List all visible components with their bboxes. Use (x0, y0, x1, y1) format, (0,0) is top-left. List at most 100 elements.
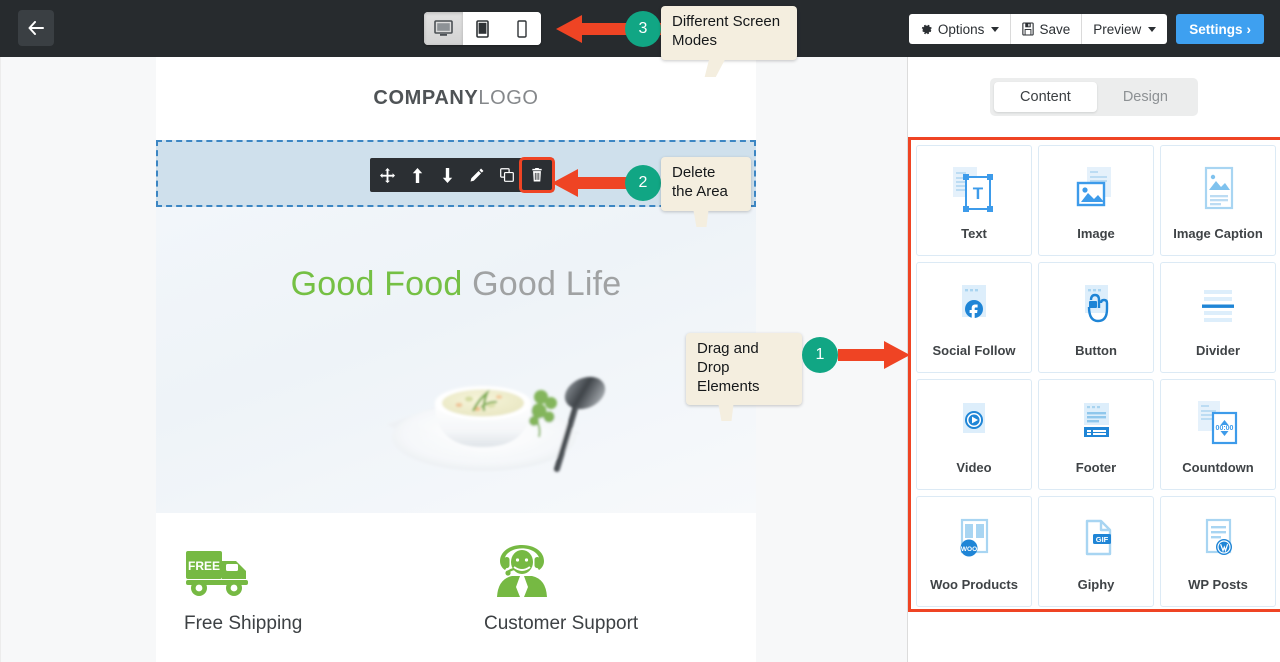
arrow-left-icon (28, 21, 44, 35)
element-image[interactable]: Image (1038, 145, 1154, 256)
element-label: Woo Products (930, 576, 1018, 592)
preview-button[interactable]: Preview (1082, 14, 1167, 44)
woo-products-element-icon: WOO (952, 512, 996, 568)
chevron-right-icon: › (1246, 21, 1252, 37)
feature-item: Customer Support (456, 541, 756, 662)
duplicate-icon[interactable] (492, 160, 522, 190)
giphy-element-icon: GIF (1074, 512, 1118, 568)
hero-title: Good Food Good Life (156, 265, 756, 304)
hero-section: Good Food Good Life (156, 207, 756, 513)
features-section: FREE Free Shipping Customer Support (156, 513, 756, 662)
svg-text:WOO: WOO (961, 546, 977, 553)
back-button[interactable] (18, 10, 54, 46)
annotation-text: Different Screen Modes (661, 6, 797, 60)
free-shipping-truck-icon: FREE (184, 541, 456, 599)
svg-text:GIF: GIF (1096, 535, 1109, 544)
element-countdown[interactable]: 00:00 Countdown (1160, 379, 1276, 490)
element-label: Divider (1195, 342, 1241, 358)
sidebar-tabs: Content Design (908, 57, 1280, 116)
logo-light-text: LOGO (478, 87, 539, 109)
screen-mode-switcher[interactable] (424, 12, 541, 45)
screen-mode-tablet[interactable] (463, 12, 502, 45)
move-down-icon[interactable] (432, 160, 462, 190)
element-label: Video (956, 459, 992, 475)
social-follow-element-icon (952, 278, 996, 334)
elements-grid: T Text Image Image Caption Social Follow… (912, 141, 1280, 611)
image-caption-element-icon (1196, 161, 1240, 217)
top-actions: Options Save Preview Settings › (908, 14, 1264, 44)
customer-support-agent-icon (484, 541, 756, 599)
screen-mode-mobile[interactable] (502, 12, 541, 45)
element-social-follow[interactable]: Social Follow (916, 262, 1032, 373)
options-button[interactable]: Options (909, 14, 1012, 44)
annotation-arrow-1 (838, 339, 910, 371)
svg-text:00:00: 00:00 (1216, 425, 1234, 432)
element-video[interactable]: Video (916, 379, 1032, 490)
gear-icon (921, 24, 932, 34)
annotation-number: 1 (802, 337, 838, 373)
move-handle-icon[interactable] (372, 160, 402, 190)
annotation-badge-2: 2 (625, 165, 661, 201)
annotation-number: 3 (625, 11, 661, 47)
annotation-callout-3: Different Screen Modes (661, 6, 797, 60)
annotation-badge-3: 3 (625, 11, 661, 47)
chevron-down-icon (991, 26, 1000, 32)
element-text[interactable]: T Text (916, 145, 1032, 256)
desktop-monitor-icon (434, 20, 453, 36)
tablet-icon (476, 19, 489, 38)
edit-pencil-icon[interactable] (462, 160, 492, 190)
countdown-element-icon: 00:00 (1195, 395, 1241, 451)
svg-text:T: T (973, 184, 984, 203)
element-button[interactable]: Button (1038, 262, 1154, 373)
element-label: Button (1075, 342, 1117, 358)
screen-mode-desktop[interactable] (424, 12, 463, 45)
options-label: Options (937, 21, 985, 37)
element-label: Countdown (1182, 459, 1254, 475)
tab-content[interactable]: Content (994, 82, 1097, 112)
feature-label: Customer Support (484, 613, 639, 634)
video-element-icon (952, 395, 996, 451)
annotation-callout-2: Delete the Area (661, 157, 751, 211)
footer-element-icon (1074, 395, 1118, 451)
element-woo-products[interactable]: WOO Woo Products (916, 496, 1032, 607)
feature-item: FREE Free Shipping (156, 541, 456, 662)
row-action-toolbar (370, 157, 555, 193)
element-wp-posts[interactable]: WP Posts (1160, 496, 1276, 607)
divider-element-icon (1196, 278, 1240, 334)
tab-design[interactable]: Design (1097, 82, 1194, 112)
preview-label: Preview (1093, 21, 1142, 37)
soup-bowl-photo (386, 376, 606, 472)
save-label: Save (1039, 21, 1071, 37)
delete-trash-icon[interactable] (519, 157, 555, 193)
element-label: Image Caption (1173, 225, 1263, 241)
element-divider[interactable]: Divider (1160, 262, 1276, 373)
element-label: Text (961, 225, 987, 241)
feature-label: Free Shipping (184, 613, 303, 634)
element-label: Image (1077, 225, 1115, 241)
element-label: Social Follow (932, 342, 1016, 358)
hero-title-green: Good Food (290, 265, 463, 303)
annotation-text: Drag and Drop Elements (686, 333, 802, 406)
element-giphy[interactable]: GIF Giphy (1038, 496, 1154, 607)
text-element-icon: T (951, 161, 997, 217)
element-label: Footer (1075, 459, 1117, 475)
element-footer[interactable]: Footer (1038, 379, 1154, 490)
save-button[interactable]: Save (1011, 14, 1083, 44)
logo-block: COMPANY LOGO (156, 57, 756, 140)
settings-button[interactable]: Settings › (1176, 14, 1264, 44)
logo-bold-text: COMPANY (373, 87, 479, 109)
move-up-icon[interactable] (402, 160, 432, 190)
svg-text:FREE: FREE (188, 559, 220, 573)
chevron-down-icon (1148, 26, 1157, 32)
element-image-caption[interactable]: Image Caption (1160, 145, 1276, 256)
button-element-icon (1074, 278, 1118, 334)
save-disk-icon (1022, 22, 1035, 36)
email-template: COMPANY LOGO Home (156, 57, 756, 662)
annotation-callout-1: Drag and Drop Elements (686, 333, 802, 406)
wp-posts-element-icon (1196, 512, 1240, 568)
annotation-number: 2 (625, 165, 661, 201)
annotation-text: Delete the Area (661, 157, 751, 211)
image-element-icon (1073, 161, 1119, 217)
element-label: WP Posts (1188, 576, 1248, 592)
top-button-group: Options Save Preview (908, 14, 1168, 44)
